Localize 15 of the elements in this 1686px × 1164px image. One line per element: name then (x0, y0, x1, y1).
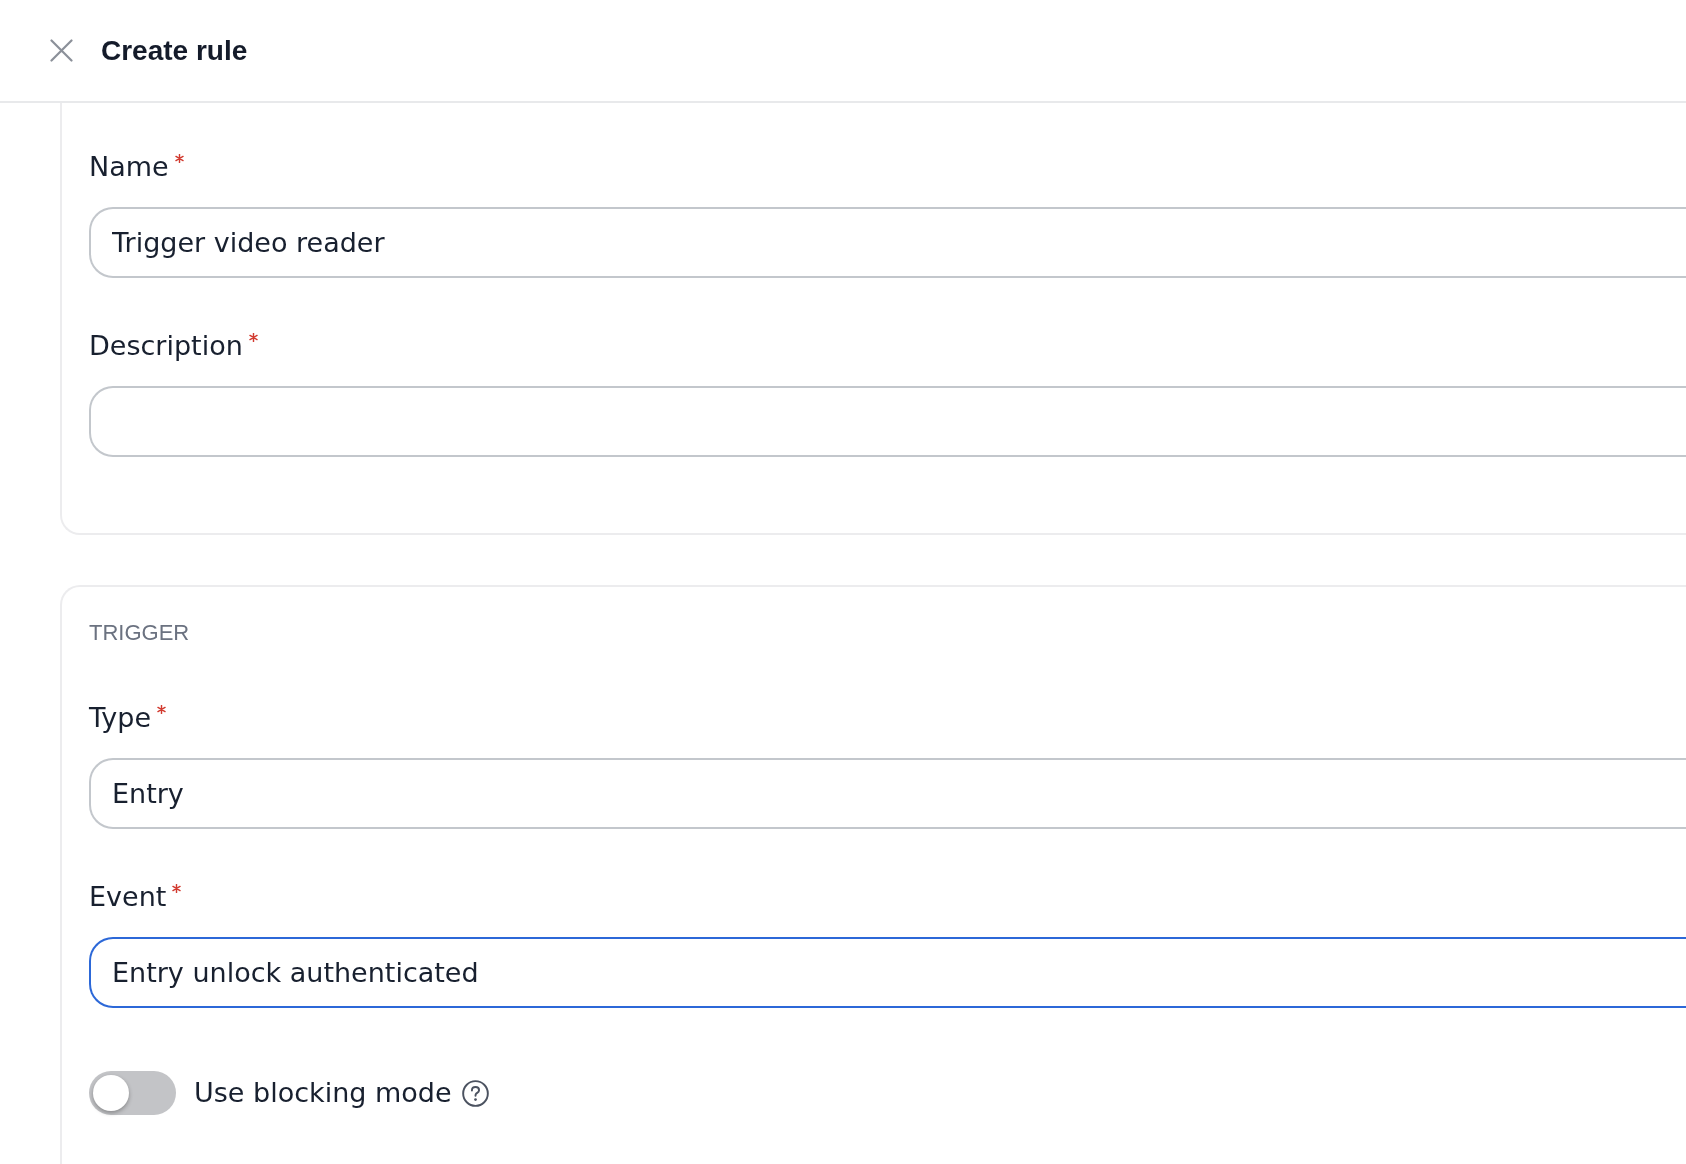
field-label: Type (89, 701, 151, 735)
close-button[interactable] (50, 39, 73, 62)
toggle-switch[interactable] (89, 1071, 176, 1115)
input-field[interactable]: Entry unlock authenticated (89, 937, 1686, 1008)
input-field[interactable]: Trigger video reader (89, 207, 1686, 278)
section-heading: TRIGGER (89, 619, 190, 647)
close-icon (50, 39, 73, 62)
help-icon[interactable] (461, 1079, 489, 1107)
input-field[interactable]: Entry (89, 758, 1686, 829)
field-label: Description (89, 329, 243, 363)
dialog-title: Create rule (101, 33, 248, 68)
field-label: Event (89, 880, 167, 914)
field-label: Name (89, 150, 169, 184)
input-field[interactable] (89, 386, 1686, 457)
toggle-label: Use blocking mode (194, 1076, 452, 1110)
